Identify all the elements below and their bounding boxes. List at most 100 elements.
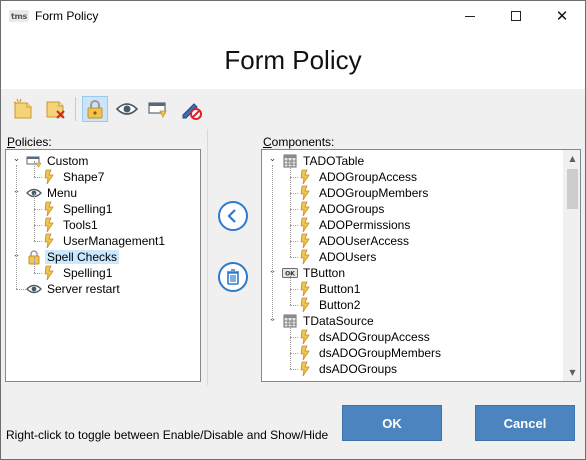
lightning-icon xyxy=(298,249,314,265)
scroll-thumb[interactable] xyxy=(567,169,578,209)
scroll-up-icon[interactable]: ▲ xyxy=(564,150,580,167)
components-label-text: omponents: xyxy=(271,135,335,149)
policy-item[interactable]: Spelling1 xyxy=(42,265,114,281)
lightning-icon xyxy=(298,217,314,233)
tree-connector xyxy=(290,177,298,178)
move-to-policy-button[interactable] xyxy=(218,201,248,231)
policy-item[interactable]: Spelling1 xyxy=(42,201,114,217)
maximize-button[interactable] xyxy=(493,1,539,31)
minimize-button[interactable] xyxy=(447,1,493,31)
component-item-label: dsADOGroupMembers xyxy=(319,346,442,360)
chevron-down-icon[interactable]: ⌄ xyxy=(268,155,277,164)
lightning-icon xyxy=(298,361,314,377)
visibility-button[interactable] xyxy=(114,96,140,122)
component-item[interactable]: Button2 xyxy=(298,297,362,313)
hint-text: Right-click to toggle between Enable/Dis… xyxy=(6,428,329,442)
lock-icon xyxy=(87,100,103,119)
component-item[interactable]: Button1 xyxy=(298,281,362,297)
component-item-label: ADOUsers xyxy=(319,250,377,264)
component-item-label: ADOPermissions xyxy=(319,218,411,232)
component-item-label: dsADOGroupAccess xyxy=(319,330,430,344)
component-item-label: dsADOGroups xyxy=(319,362,398,376)
tree-connector xyxy=(34,161,35,177)
components-label-accel: C xyxy=(263,135,272,149)
tree-connector xyxy=(272,165,273,321)
component-item-label: ADOGroupMembers xyxy=(319,186,429,200)
edit-disable-button[interactable] xyxy=(178,96,204,122)
maximize-icon xyxy=(511,11,521,21)
policies-tree[interactable]: ⌄ Custom Shape7 ⌄ Menu Spelling1 Tools1 UserMan… xyxy=(5,149,201,382)
component-item[interactable]: TDataSource xyxy=(282,313,376,329)
component-item[interactable]: ADOGroupAccess xyxy=(298,169,419,185)
enable-button[interactable] xyxy=(82,96,108,122)
lightning-icon xyxy=(42,201,58,217)
policy-item[interactable]: Shape7 xyxy=(42,169,106,185)
component-item[interactable]: ADOGroupMembers xyxy=(298,185,430,201)
tree-connector xyxy=(290,241,291,257)
tree-connector xyxy=(34,177,42,178)
minimize-icon xyxy=(465,15,475,17)
component-item[interactable]: dsADOGroupMembers xyxy=(298,345,443,361)
lightning-icon xyxy=(298,329,314,345)
component-item[interactable]: TADOTable xyxy=(282,153,366,169)
component-item[interactable]: dsADOGroupAccess xyxy=(298,329,432,345)
tree-connector xyxy=(290,161,291,177)
chevron-down-icon[interactable]: ⌄ xyxy=(12,155,21,164)
tree-connector xyxy=(290,337,291,353)
policy-item[interactable]: UserManagement1 xyxy=(42,233,167,249)
ok-button[interactable]: OK xyxy=(342,405,442,441)
tree-connector xyxy=(290,257,298,258)
policies-label-text: olicies: xyxy=(15,135,52,149)
policy-item[interactable]: Tools1 xyxy=(42,217,100,233)
tree-connector xyxy=(34,225,42,226)
component-item-label: TButton xyxy=(303,266,346,280)
tree-connector xyxy=(290,305,298,306)
component-item[interactable]: ADOGroups xyxy=(298,201,386,217)
tree-connector xyxy=(290,289,298,290)
tree-connector xyxy=(34,209,42,210)
new-policy-button[interactable] xyxy=(11,96,37,122)
component-item[interactable]: dsADOGroups xyxy=(298,361,399,377)
component-item-label: Button1 xyxy=(319,282,361,296)
tree-connector xyxy=(290,321,291,337)
policy-item-label: UserManagement1 xyxy=(63,234,166,248)
lightning-icon xyxy=(298,297,314,313)
component-item[interactable]: ADOUserAccess xyxy=(298,233,411,249)
policy-item-label: Spell Checks xyxy=(45,250,120,264)
eye-icon xyxy=(115,103,139,115)
arrow-left-icon xyxy=(227,209,236,223)
window-title: Form Policy xyxy=(35,9,99,23)
eye-icon xyxy=(26,281,42,297)
components-tree[interactable]: ⌄ TADOTable ADOGroupAccess ADOGroupMembers A… xyxy=(261,149,581,382)
tree-connector xyxy=(290,209,291,225)
scroll-down-icon[interactable]: ▼ xyxy=(564,364,580,381)
close-button[interactable]: ✕ xyxy=(539,1,585,31)
tree-connector xyxy=(290,273,291,289)
policy-item-label: Spelling1 xyxy=(63,266,113,280)
title-bar[interactable]: tms Form Policy ✕ xyxy=(1,1,585,31)
policy-item[interactable]: Custom xyxy=(26,153,90,169)
tree-connector xyxy=(34,257,35,273)
tree-connector xyxy=(290,193,291,209)
form-button[interactable] xyxy=(146,96,172,122)
delete-policy-button[interactable] xyxy=(43,96,69,122)
tree-connector xyxy=(34,209,35,225)
lightning-icon xyxy=(42,233,58,249)
policy-item[interactable]: Spell Checks xyxy=(26,249,120,265)
delete-policy-icon xyxy=(46,101,65,119)
cancel-button[interactable]: Cancel xyxy=(475,405,575,441)
component-item-label: ADOGroupAccess xyxy=(319,170,418,184)
lightning-icon xyxy=(42,265,58,281)
tree-connector xyxy=(290,193,298,194)
component-item[interactable]: ADOPermissions xyxy=(298,217,412,233)
component-item[interactable]: OK TButton xyxy=(282,265,347,281)
tree-connector xyxy=(34,273,42,274)
policies-label: Policies: xyxy=(7,135,52,149)
components-scrollbar[interactable]: ▲ ▼ xyxy=(563,150,580,381)
tree-connector xyxy=(34,193,35,209)
app-icon: tms xyxy=(9,10,29,22)
component-item[interactable]: ADOUsers xyxy=(298,249,378,265)
remove-button[interactable] xyxy=(218,262,248,292)
policy-item[interactable]: Server restart xyxy=(26,281,122,297)
policy-item-label: Menu xyxy=(47,186,78,200)
